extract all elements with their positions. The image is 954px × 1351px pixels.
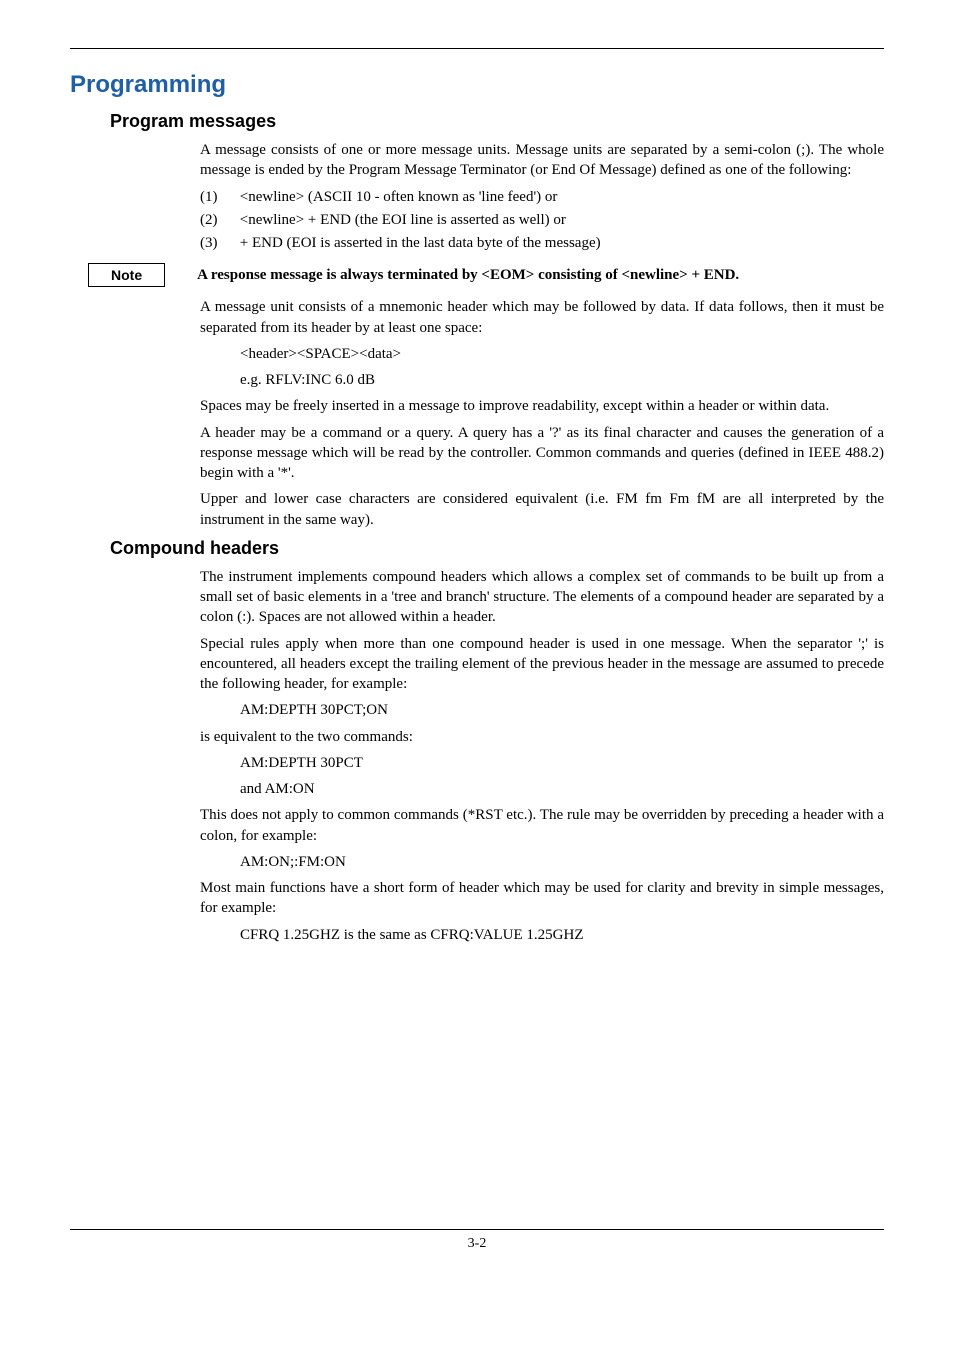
code-line: AM:DEPTH 30PCT (240, 753, 884, 773)
paragraph: Most main functions have a short form of… (200, 878, 884, 919)
paragraph: A message unit consists of a mnemonic he… (200, 297, 884, 338)
list-item-3: (3) + END (EOI is asserted in the last d… (200, 233, 884, 253)
code-line: and AM:ON (240, 779, 884, 799)
note-row: Note A response message is always termin… (70, 263, 884, 287)
list-num: (3) (200, 233, 236, 253)
list-num: (1) (200, 187, 236, 207)
paragraph: The instrument implements compound heade… (200, 567, 884, 628)
paragraph: A header may be a command or a query. A … (200, 423, 884, 484)
paragraph: is equivalent to the two commands: (200, 727, 884, 747)
code-line: CFRQ 1.25GHZ is the same as CFRQ:VALUE 1… (240, 925, 884, 945)
paragraph: Upper and lower case characters are cons… (200, 489, 884, 530)
heading-compound-headers: Compound headers (110, 538, 884, 559)
list-item-2: (2) <newline> + END (the EOI line is ass… (200, 210, 884, 230)
paragraph: Spaces may be freely inserted in a messa… (200, 396, 884, 416)
note-text: A response message is always terminated … (197, 267, 739, 284)
code-line: AM:DEPTH 30PCT;ON (240, 700, 884, 720)
list-num: (2) (200, 210, 236, 230)
list-text: + END (EOI is asserted in the last data … (240, 235, 601, 251)
page: Programming Program messages A message c… (0, 0, 954, 1280)
paragraph: A message consists of one or more messag… (200, 140, 884, 181)
list-text: <newline> (ASCII 10 - often known as 'li… (240, 189, 558, 205)
heading-program-messages: Program messages (110, 111, 884, 132)
top-rule (70, 48, 884, 49)
paragraph: This does not apply to common commands (… (200, 805, 884, 846)
note-box: Note (88, 263, 165, 287)
paragraph: Special rules apply when more than one c… (200, 634, 884, 695)
heading-programming: Programming (70, 71, 884, 99)
page-number: 3-2 (70, 1229, 884, 1252)
list-text: <newline> + END (the EOI line is asserte… (240, 212, 566, 228)
code-line: e.g. RFLV:INC 6.0 dB (240, 370, 884, 390)
code-line: AM:ON;:FM:ON (240, 852, 884, 872)
list-item-1: (1) <newline> (ASCII 10 - often known as… (200, 187, 884, 207)
code-line: <header><SPACE><data> (240, 344, 884, 364)
